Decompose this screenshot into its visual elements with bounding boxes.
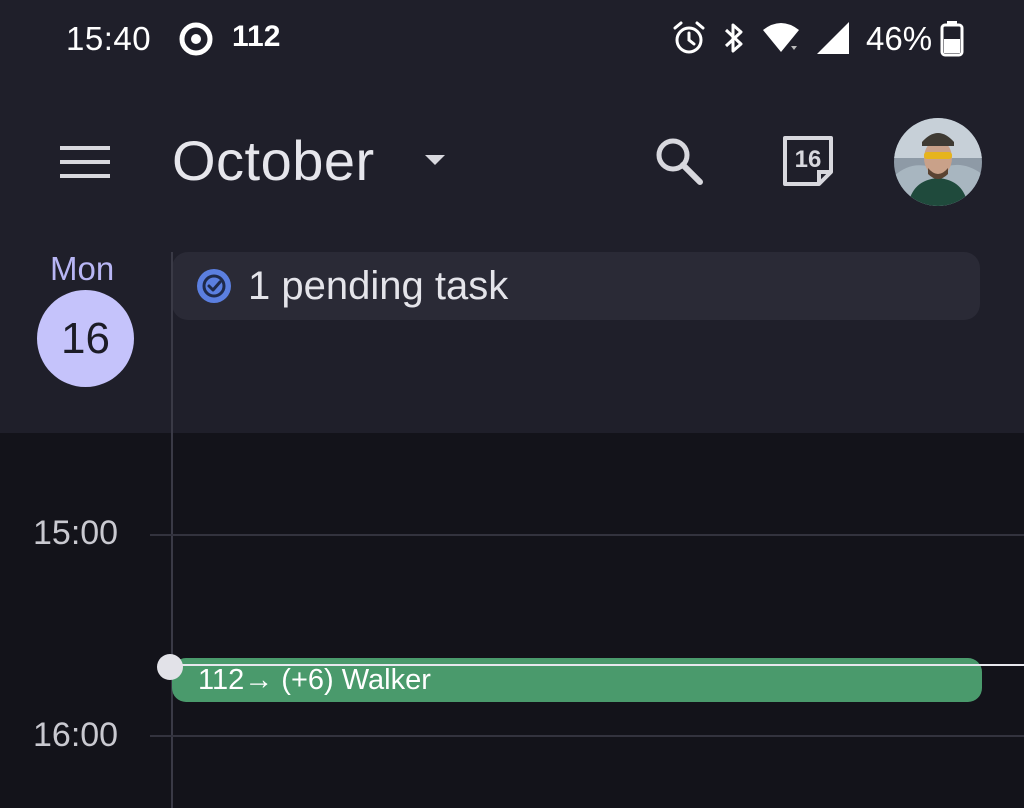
status-time: 15:40 <box>66 20 152 57</box>
search-icon[interactable] <box>652 134 706 188</box>
wifi-icon <box>763 23 799 52</box>
current-time-line <box>172 664 1024 666</box>
today-date: 16 <box>794 146 822 173</box>
pending-task-chip[interactable]: 1 pending task <box>172 252 980 320</box>
today-calendar-icon[interactable]: 16 <box>779 132 837 190</box>
alarm-icon <box>673 21 705 54</box>
battery-percent: 46% <box>866 20 933 57</box>
hour-label: 15:00 <box>33 514 119 552</box>
event-title: 112→ (+6) Walker <box>198 664 431 696</box>
hour-gridline <box>150 735 1024 737</box>
pending-task-label: 1 pending task <box>248 264 509 308</box>
avatar-photo <box>894 118 982 206</box>
ring-app-icon <box>179 22 213 56</box>
month-title[interactable]: October <box>172 128 375 193</box>
hour-gridline <box>150 534 1024 536</box>
battery-icon <box>940 21 964 57</box>
day-column-divider <box>171 252 173 808</box>
status-icons <box>671 18 865 58</box>
hour-label: 16:00 <box>33 716 119 754</box>
bluetooth-icon <box>724 23 743 53</box>
current-time-dot <box>157 654 183 680</box>
day-number[interactable]: 16 <box>37 290 134 387</box>
header-area <box>0 0 1024 433</box>
avatar[interactable] <box>894 118 982 206</box>
day-name: Mon <box>50 250 115 287</box>
dropdown-caret-icon[interactable] <box>422 150 448 170</box>
notification-count: 112 <box>232 20 281 53</box>
task-check-icon <box>197 269 231 303</box>
signal-icon <box>817 22 849 54</box>
menu-icon[interactable] <box>60 142 112 182</box>
